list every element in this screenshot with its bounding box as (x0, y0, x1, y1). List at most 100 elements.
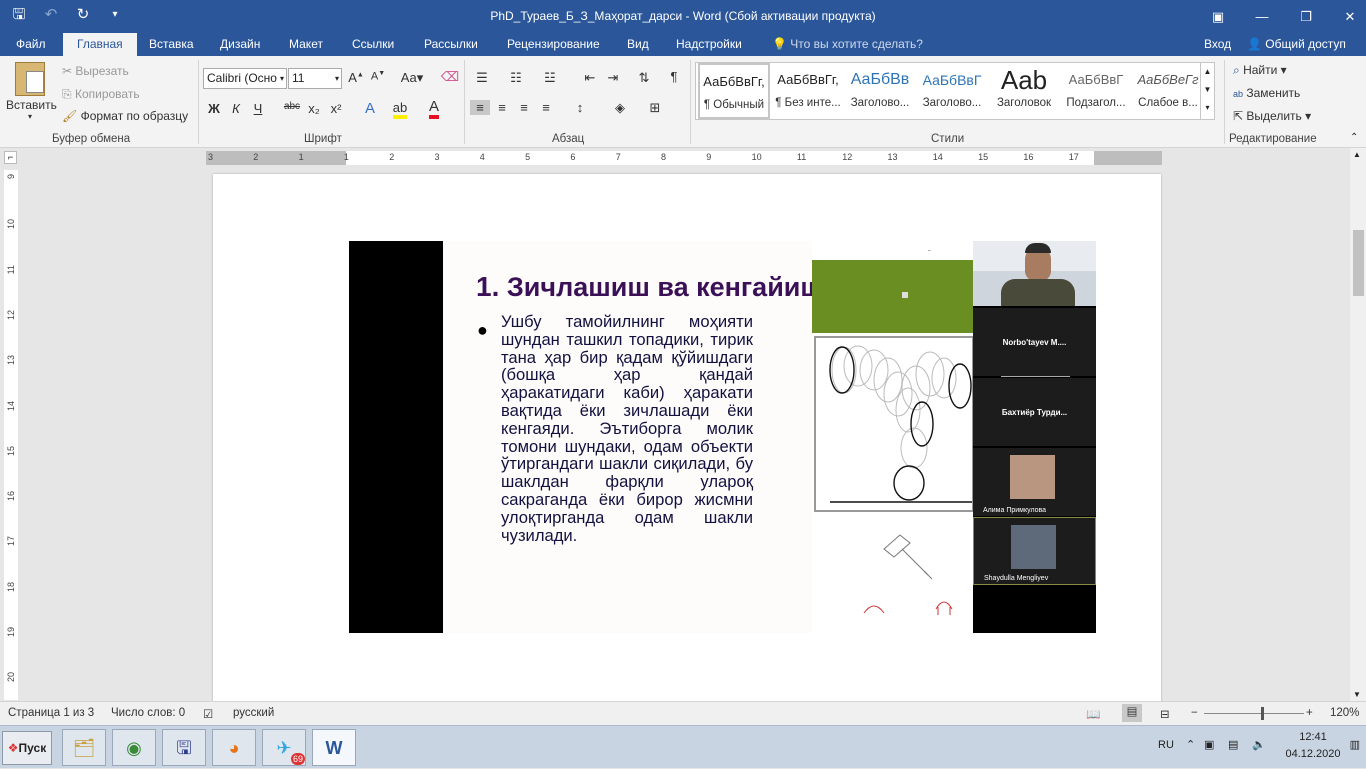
style-subtle-emphasis[interactable]: АаБбВеГг Слабое в... (1132, 63, 1204, 119)
zoom-in-button[interactable]: + (1306, 707, 1313, 719)
style-title[interactable]: Aab Заголовок (988, 63, 1060, 119)
select-button[interactable]: ⇱ Выделить ▾ (1233, 109, 1311, 123)
tab-insert[interactable]: Вставка (147, 33, 196, 56)
restore-button[interactable]: ❐ (1290, 0, 1322, 33)
horizontal-ruler[interactable]: 3 2 1 1 2 3 4 5 6 7 8 9 10 11 12 13 14 15 16 17 (206, 151, 1162, 165)
italic-button[interactable]: К (226, 101, 246, 116)
font-name-combo[interactable]: Calibri (Осно ▾ (203, 68, 287, 89)
paste-button[interactable]: Вставить ▾ (6, 60, 57, 121)
style-no-spacing[interactable]: АаБбВвГг, ¶ Без инте... (772, 63, 844, 119)
style-heading1[interactable]: АаБбВв Заголово... (844, 63, 916, 119)
pilcrow-icon[interactable]: ¶ (664, 69, 684, 84)
tab-addins[interactable]: Надстройки (674, 33, 744, 56)
bullets-icon[interactable]: ☰ (472, 70, 492, 86)
word-count[interactable]: Число слов: 0 (111, 707, 185, 719)
participant-tile[interactable]: Shaydulla Mengliyev (973, 517, 1096, 585)
grow-font-icon[interactable]: A▲ (346, 70, 366, 85)
justify-icon[interactable]: ≡ (536, 100, 556, 115)
web-layout-icon[interactable]: ⊟ (1160, 707, 1170, 721)
tell-me-search[interactable]: 💡 Что вы хотите сделать? (772, 33, 923, 55)
align-left-icon[interactable]: ≡ (470, 100, 490, 115)
style-subtitle[interactable]: АаБбВвГ Подзагол... (1060, 63, 1132, 119)
numbering-icon[interactable]: ☷ (506, 70, 526, 86)
scroll-down-icon[interactable]: ▼ (1353, 690, 1361, 699)
participant-tile[interactable]: Бахтиёр Турди... (973, 378, 1096, 446)
print-layout-icon[interactable]: ▤ (1122, 704, 1142, 722)
vertical-ruler[interactable]: 9 10 11 12 13 14 15 16 17 18 19 20 (4, 170, 18, 700)
vertical-scrollbar[interactable]: ▲ ▼ (1350, 148, 1366, 701)
scroll-up-icon[interactable]: ▲ (1353, 150, 1361, 159)
align-right-icon[interactable]: ≡ (514, 100, 534, 115)
clock-date[interactable]: 04.12.2020 (1276, 748, 1350, 760)
share-button[interactable]: 👤 Общий доступ (1247, 33, 1346, 55)
increase-indent-icon[interactable]: ⇥ (603, 70, 623, 86)
change-case-button[interactable]: Аа▾ (398, 70, 426, 86)
minimize-button[interactable]: — (1246, 0, 1278, 33)
replace-button[interactable]: ab Заменить (1233, 86, 1300, 100)
superscript-button[interactable]: x² (326, 101, 346, 116)
find-button[interactable]: ⌕ Найти ▾ (1233, 63, 1287, 78)
subscript-button[interactable]: x₂ (304, 101, 324, 116)
zoom-slider-thumb[interactable] (1261, 707, 1264, 720)
borders-icon[interactable]: ⊞ (645, 100, 665, 116)
chrome-taskbar-icon[interactable]: ◉ (112, 729, 156, 766)
styles-scroll[interactable]: ▲ ▼ ▾ (1200, 63, 1214, 119)
close-button[interactable]: ✕ (1334, 0, 1366, 33)
bold-button[interactable]: Ж (204, 101, 224, 116)
underline-button[interactable]: Ч (248, 101, 268, 116)
sort-icon[interactable]: ⇅ (634, 70, 654, 86)
tab-view[interactable]: Вид (625, 33, 651, 56)
firefox-taskbar-icon[interactable]: ◕ (212, 729, 256, 766)
tab-design[interactable]: Дизайн (218, 33, 262, 56)
collapse-ribbon-icon[interactable]: ⌃ (1350, 132, 1358, 143)
tab-file[interactable]: Файл (14, 33, 48, 56)
multilevel-list-icon[interactable]: ☳ (540, 70, 560, 86)
clock-time[interactable]: 12:41 (1288, 731, 1338, 743)
start-button[interactable]: ❖Пуск (2, 731, 52, 765)
shrink-font-icon[interactable]: A▼ (368, 70, 388, 83)
language-indicator[interactable]: русский (233, 707, 274, 719)
shading-icon[interactable]: ◈ (610, 100, 630, 116)
tab-layout[interactable]: Макет (287, 33, 325, 56)
zoom-out-button[interactable]: − (1191, 707, 1198, 719)
input-language[interactable]: RU (1158, 739, 1174, 751)
participant-tile[interactable]: Norbo'tayev M.... (973, 308, 1096, 377)
ribbon-display-icon[interactable]: ▣ (1202, 0, 1234, 33)
page-count[interactable]: Страница 1 из 3 (8, 707, 94, 719)
tray-chevron-icon[interactable]: ⌃ (1186, 738, 1195, 751)
tab-review[interactable]: Рецензирование (505, 33, 602, 56)
participant-tile[interactable]: Алима Примкулова (973, 448, 1096, 516)
style-heading2[interactable]: АаБбВвГ Заголово... (916, 63, 988, 119)
clear-formatting-icon[interactable]: ⌫ (440, 69, 460, 85)
font-size-combo[interactable]: 11 ▾ (288, 68, 342, 89)
tab-selector[interactable]: ⌐ (4, 151, 17, 164)
proofing-icon[interactable]: ☑ (203, 707, 213, 721)
show-desktop-icon[interactable]: ▥ (1350, 738, 1360, 751)
tab-mailings[interactable]: Рассылки (422, 33, 480, 56)
tab-references[interactable]: Ссылки (350, 33, 396, 56)
volume-icon[interactable]: 🔈 (1252, 738, 1266, 751)
telegram-taskbar-icon[interactable]: ✈ 69 (262, 729, 306, 766)
strikethrough-button[interactable]: abc (282, 101, 302, 112)
font-color-icon[interactable]: A (424, 98, 444, 119)
tray-app-icon[interactable]: ▣ (1204, 738, 1214, 751)
zoom-slider[interactable] (1204, 713, 1304, 714)
align-center-icon[interactable]: ≡ (492, 100, 512, 115)
word-taskbar-icon[interactable]: W (312, 729, 356, 766)
format-painter-button[interactable]: 🖌 Формат по образцу (62, 109, 188, 123)
text-effects-icon[interactable]: A (360, 100, 380, 117)
floppy-taskbar-icon[interactable]: 🖫 (162, 729, 206, 766)
network-icon[interactable]: ▤ (1228, 738, 1238, 751)
sign-in-link[interactable]: Вход (1204, 33, 1231, 55)
embedded-screenshot[interactable]: 1. Зичлашиш ва кенгайиш ● Ушбу тамойилни… (349, 241, 1096, 633)
explorer-taskbar-icon[interactable]: 🗂 (62, 729, 106, 766)
tab-home[interactable]: Главная (63, 33, 137, 56)
cut-button[interactable]: ✂ Вырезать (62, 64, 129, 78)
line-spacing-icon[interactable]: ↕ (570, 100, 590, 115)
copy-button[interactable]: ⎘ Копировать (62, 87, 140, 102)
zoom-level[interactable]: 120% (1330, 707, 1359, 719)
read-mode-icon[interactable]: 📖 (1086, 707, 1100, 721)
decrease-indent-icon[interactable]: ⇤ (580, 70, 600, 86)
style-normal[interactable]: АаБбВвГг, ¶ Обычный (698, 63, 770, 119)
highlight-icon[interactable]: ab (390, 100, 410, 119)
